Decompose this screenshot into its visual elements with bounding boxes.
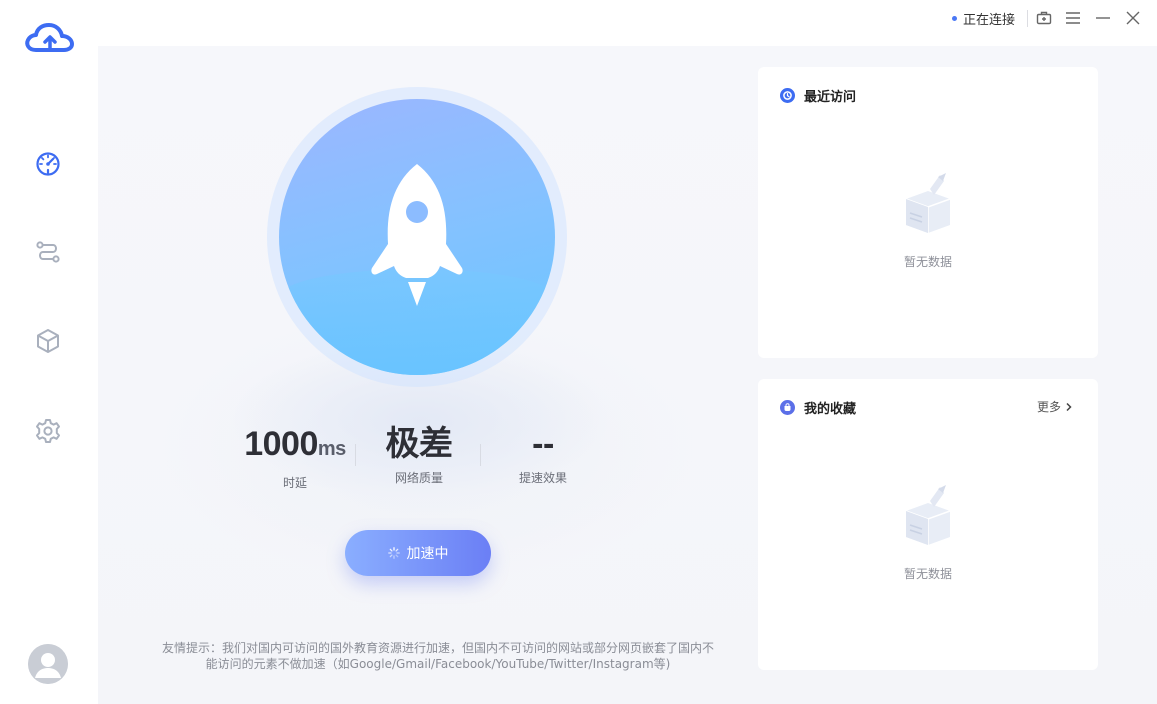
friendly-tip: 友情提示：我们对国内可访问的国外教育资源进行加速，但国内不可访问的网站或部分网页… <box>150 640 726 672</box>
rocket-icon <box>371 164 463 306</box>
empty-text: 暂无数据 <box>903 567 952 581</box>
favorites-icon <box>780 399 795 415</box>
menu-icon <box>1066 12 1080 24</box>
metrics-panel: 1000ms 时延 极差 网络质量 -- 提速效果 <box>230 420 610 490</box>
empty-state: 暂无数据 <box>888 479 968 582</box>
nav-speedometer[interactable] <box>29 144 67 182</box>
quality-label: 网络质量 <box>394 471 443 485</box>
nav-cube[interactable] <box>29 322 67 360</box>
latency-metric: 1000ms 时延 <box>230 420 360 491</box>
sidebar <box>0 0 98 704</box>
empty-text: 暂无数据 <box>903 255 952 269</box>
speedup-label: 提速效果 <box>518 471 567 485</box>
empty-box-icon <box>905 173 951 233</box>
latency-value-row: 1000ms <box>230 420 360 473</box>
empty-state: 暂无数据 <box>888 167 968 270</box>
title-bar: 正在连接 <box>98 0 1157 46</box>
close-icon <box>1126 11 1140 25</box>
menu-button[interactable] <box>1063 8 1083 28</box>
connection-status: 正在连接 <box>951 9 1015 28</box>
minimize-icon <box>1096 17 1110 19</box>
recent-visits-card: 最近访问 暂无数据 <box>758 67 1098 358</box>
tip-line-2: 能访问的元素不做加速（如Google/Gmail/Facebook/YouTub… <box>205 657 671 671</box>
favorites-title: 我的收藏 <box>804 401 857 417</box>
recent-title: 最近访问 <box>804 89 857 105</box>
favorites-card: 我的收藏 更多 暂无数据 <box>758 379 1098 670</box>
card-header: 最近访问 <box>780 87 857 105</box>
status-text: 正在连接 <box>962 12 1015 28</box>
speedometer-icon <box>36 152 60 176</box>
quality-metric: 极差 网络质量 <box>354 420 484 486</box>
toolbox-button[interactable] <box>1034 8 1054 28</box>
avatar[interactable] <box>28 644 68 684</box>
recent-icon <box>780 87 795 103</box>
quality-value: 极差 <box>385 425 454 463</box>
accelerate-button[interactable]: 加速中 <box>345 530 491 576</box>
empty-box-icon <box>905 485 951 545</box>
latency-label: 时延 <box>282 476 307 490</box>
speedup-value: -- <box>532 425 554 463</box>
loading-spinner-icon <box>387 547 400 559</box>
toolbox-icon <box>1036 11 1052 25</box>
more-label: 更多 <box>1036 400 1061 414</box>
cloud-upload-icon[interactable] <box>24 22 74 54</box>
latency-unit: ms <box>317 438 346 460</box>
speedup-metric: -- 提速效果 <box>478 420 608 486</box>
nav-settings[interactable] <box>29 412 67 450</box>
gear-icon <box>36 419 60 443</box>
nav-route[interactable] <box>29 233 67 271</box>
divider <box>1027 10 1028 27</box>
card-header: 我的收藏 <box>780 399 857 417</box>
tip-line-1: 友情提示：我们对国内可访问的国外教育资源进行加速，但国内不可访问的网站或部分网页… <box>161 641 714 655</box>
chevron-right-icon <box>1066 402 1072 411</box>
accelerate-orb[interactable] <box>279 99 555 375</box>
close-button[interactable] <box>1123 8 1143 28</box>
latency-value: 1000 <box>244 425 318 463</box>
minimize-button[interactable] <box>1093 8 1113 28</box>
cube-icon <box>37 329 59 353</box>
accelerate-button-label: 加速中 <box>406 546 449 562</box>
more-link[interactable]: 更多 <box>1037 398 1074 415</box>
route-icon <box>36 241 60 263</box>
status-dot-icon <box>951 15 957 21</box>
